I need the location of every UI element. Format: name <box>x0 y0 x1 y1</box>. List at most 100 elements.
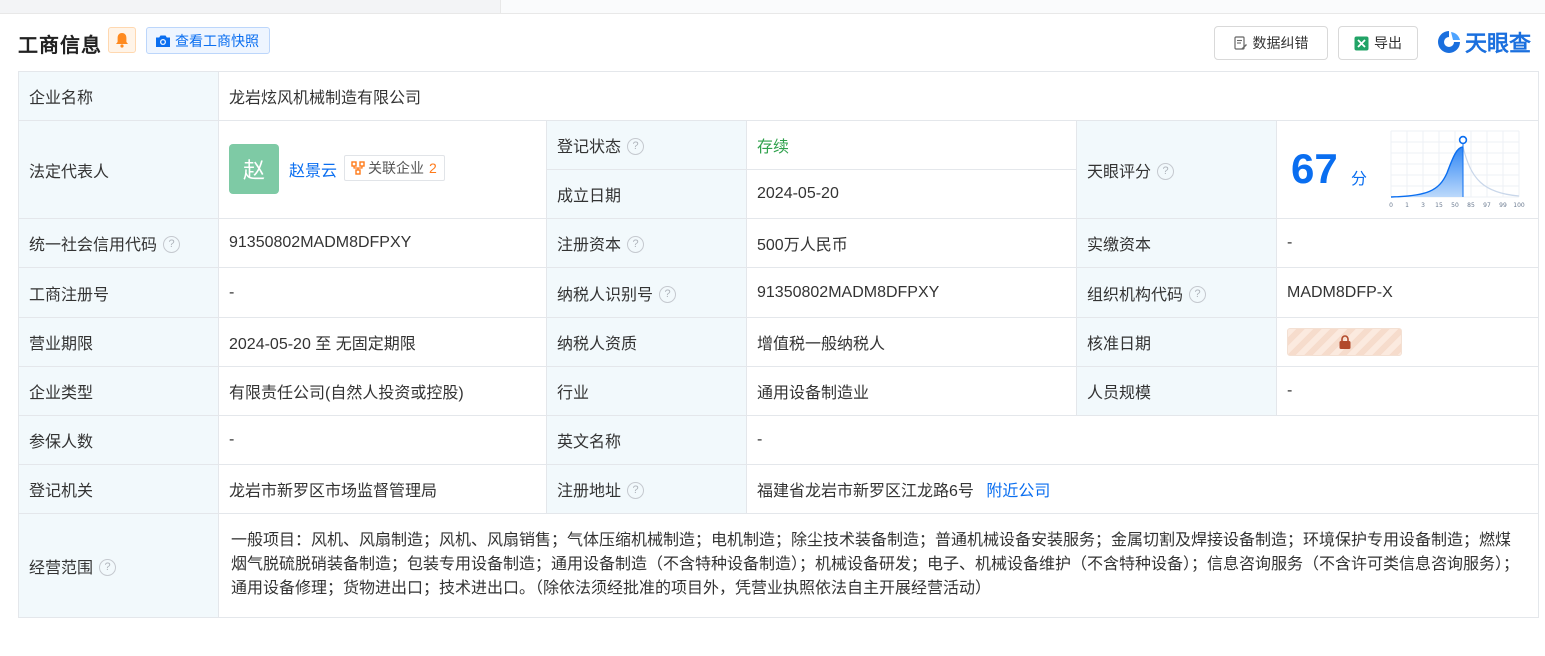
export-button[interactable]: 导出 <box>1338 26 1418 60</box>
score-chart-tick-label: 99 <box>1499 202 1507 209</box>
label-english-name: 英文名称 <box>546 415 747 465</box>
label-company-type: 企业类型 <box>18 366 219 416</box>
legal-rep-cell: 赵 赵景云 关联企业 2 <box>218 120 547 219</box>
business-info-table: 企业名称 龙岩炫风机械制造有限公司 法定代表人 赵 赵景云 关联企业 2 登记状… <box>18 71 1540 618</box>
table-row: 经营范围? 一般项目：风机、风扇制造；风机、风扇销售；气体压缩机械制造；电机制造… <box>18 513 1540 618</box>
score-chart-tick-label: 15 <box>1435 202 1443 209</box>
locked-value-button[interactable] <box>1287 328 1402 356</box>
reg-capital-value: 500万人民币 <box>746 218 1077 268</box>
related-companies-badge[interactable]: 关联企业 2 <box>344 155 445 181</box>
top-tab-strip <box>0 0 1545 14</box>
score-chart-tick-label: 100 <box>1513 202 1525 209</box>
camera-icon <box>156 35 170 47</box>
avatar[interactable]: 赵 <box>229 144 279 194</box>
table-row: 企业类型 有限责任公司(自然人投资或控股) 行业 通用设备制造业 人员规模 - <box>18 366 1540 416</box>
tianyancha-logo: 天眼查 <box>1436 27 1531 57</box>
help-icon[interactable]: ? <box>99 558 117 576</box>
table-row: 营业期限 2024-05-20 至 无固定期限 纳税人资质 增值税一般纳税人 核… <box>18 317 1540 367</box>
label-address: 注册地址? <box>546 464 747 514</box>
score-marker-dot <box>1458 135 1468 145</box>
label-credit-code: 统一社会信用代码? <box>18 218 219 268</box>
monitor-bell-button[interactable] <box>108 27 136 53</box>
label-established: 成立日期 <box>546 169 747 219</box>
address-value-cell: 福建省龙岩市新罗区江龙路6号 附近公司 <box>745 464 1540 514</box>
address-label: 注册地址 <box>557 483 622 500</box>
help-icon[interactable]: ? <box>163 236 181 254</box>
help-icon[interactable]: ? <box>1189 285 1207 303</box>
edit-doc-icon <box>1233 35 1247 50</box>
label-term: 营业期限 <box>18 317 219 367</box>
paid-capital-value: - <box>1275 218 1540 268</box>
label-company-name: 企业名称 <box>18 71 219 121</box>
address-value: 福建省龙岩市新罗区江龙路6号 <box>757 483 974 500</box>
table-row: 登记机关 龙岩市新罗区市场监督管理局 注册地址? 福建省龙岩市新罗区江龙路6号 … <box>18 464 1540 514</box>
scope-value: 一般项目：风机、风扇制造；风机、风扇销售；气体压缩机械制造；电机制造；除尘技术装… <box>217 513 1540 618</box>
status-badge: 存续 <box>757 139 790 156</box>
table-row: 统一社会信用代码? 91350802MADM8DFPXY 注册资本? 500万人… <box>18 218 1540 268</box>
score-block: 67 分 0 1 3 15 50 85 97 99 100 <box>1277 121 1538 218</box>
org-code-value: MADM8DFP-X <box>1275 267 1540 318</box>
export-label: 导出 <box>1374 35 1402 51</box>
label-approval-date: 核准日期 <box>1076 317 1277 367</box>
label-org-code: 组织机构代码? <box>1076 267 1277 318</box>
excel-icon <box>1354 36 1369 50</box>
snapshot-label: 查看工商快照 <box>175 32 259 49</box>
approval-date-value <box>1275 317 1540 367</box>
help-icon[interactable]: ? <box>627 138 645 156</box>
label-reg-no: 工商注册号 <box>18 267 219 318</box>
taxpayer-type-value: 增值税一般纳税人 <box>746 317 1077 367</box>
industry-value: 通用设备制造业 <box>746 366 1077 416</box>
score-chart-tick-label: 97 <box>1483 202 1491 209</box>
nearby-companies-link[interactable]: 附近公司 <box>986 483 1050 500</box>
help-icon[interactable]: ? <box>627 482 645 500</box>
label-paid-capital: 实缴资本 <box>1076 218 1277 268</box>
credit-code-label: 统一社会信用代码 <box>29 237 158 254</box>
help-icon[interactable]: ? <box>1157 162 1175 180</box>
score-number: 67 <box>1291 145 1338 192</box>
insured-value: - <box>218 415 547 465</box>
top-tab-left <box>0 0 500 14</box>
table-row: 企业名称 龙岩炫风机械制造有限公司 <box>18 71 1540 121</box>
label-authority: 登记机关 <box>18 464 219 514</box>
relation-icon <box>351 161 365 175</box>
taxpayer-id-label: 纳税人识别号 <box>557 286 654 304</box>
label-taxpayer-type: 纳税人资质 <box>546 317 747 367</box>
score-unit: 分 <box>1351 171 1368 188</box>
business-snapshot-button[interactable]: 查看工商快照 <box>146 27 270 54</box>
label-insured: 参保人数 <box>18 415 219 465</box>
label-reg-capital: 注册资本? <box>546 218 747 268</box>
reg-status-value: 存续 <box>746 120 1077 170</box>
tianyan-score-cell[interactable]: 67 分 0 1 3 15 50 85 97 99 100 <box>1275 120 1540 219</box>
reg-status-label: 登记状态 <box>557 139 622 156</box>
score-chart-tick-label: 85 <box>1467 202 1475 209</box>
taxpayer-id-value: 91350802MADM8DFPXY <box>746 267 1077 318</box>
score-filled-area <box>1391 147 1463 197</box>
credit-code-value: 91350802MADM8DFPXY <box>218 218 547 268</box>
label-reg-status: 登记状态? <box>546 120 747 170</box>
help-icon[interactable]: ? <box>659 285 677 303</box>
score-chart-tick-label: 0 <box>1389 202 1393 209</box>
score-chart-tick-label: 1 <box>1405 202 1409 209</box>
english-name-value: - <box>745 415 1540 465</box>
term-value: 2024-05-20 至 无固定期限 <box>218 317 547 367</box>
help-icon[interactable]: ? <box>627 236 645 254</box>
label-scope: 经营范围? <box>18 513 219 618</box>
scope-label: 经营范围 <box>29 559 94 577</box>
tianyan-score-label: 天眼评分 <box>1087 163 1152 181</box>
authority-value: 龙岩市新罗区市场监督管理局 <box>218 464 547 514</box>
logo-mark-icon <box>1438 31 1460 53</box>
table-row: 工商注册号 - 纳税人识别号? 91350802MADM8DFPXY 组织机构代… <box>18 267 1540 318</box>
org-code-label: 组织机构代码 <box>1087 286 1184 304</box>
label-legal-rep: 法定代表人 <box>18 120 219 219</box>
legal-rep-name-link[interactable]: 赵景云 <box>289 157 337 181</box>
logo-text: 天眼查 <box>1465 31 1532 56</box>
table-row: 法定代表人 赵 赵景云 关联企业 2 登记状态? 存续 天眼评分? 67 分 0… <box>18 120 1540 219</box>
data-correction-button[interactable]: 数据纠错 <box>1214 26 1328 60</box>
established-value: 2024-05-20 <box>746 169 1077 219</box>
reg-capital-label: 注册资本 <box>557 237 622 254</box>
related-count: 2 <box>429 160 437 176</box>
score-chart-tick-label: 50 <box>1451 202 1459 209</box>
company-type-value: 有限责任公司(自然人投资或控股) <box>218 366 547 416</box>
correction-label: 数据纠错 <box>1252 35 1309 51</box>
top-tab-right <box>500 0 1545 14</box>
